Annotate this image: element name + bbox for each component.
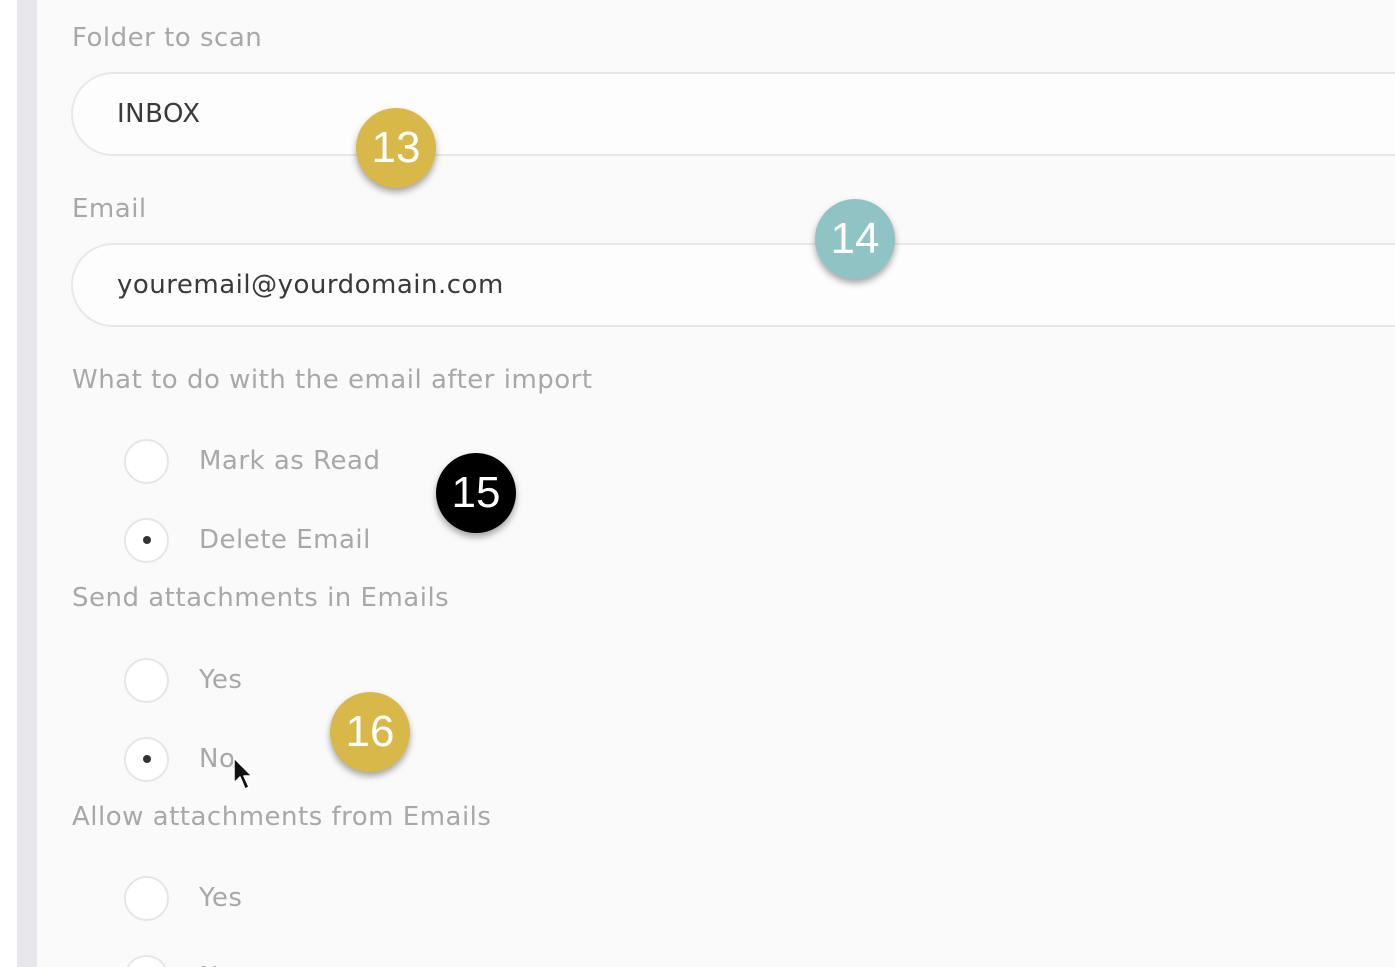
email-import-settings-form: Folder to scan Email What to do with the… — [0, 0, 1395, 967]
email-input[interactable] — [71, 243, 1395, 327]
radio-button-selected[interactable] — [124, 517, 169, 563]
step-marker-16: 16 — [330, 692, 410, 772]
radio-label-yes: Yes — [199, 665, 243, 695]
radio-selected-dot — [142, 536, 151, 544]
radio-button[interactable] — [124, 657, 169, 703]
after-import-label: What to do with the email after import — [72, 365, 593, 395]
folder-to-scan-label: Folder to scan — [72, 23, 263, 53]
radio-mark-as-read[interactable]: Mark as Read — [124, 436, 380, 486]
left-rail — [0, 0, 17, 967]
step-marker-14: 14 — [815, 199, 895, 279]
radio-label-no: No — [199, 744, 236, 774]
radio-button[interactable] — [124, 875, 169, 921]
radio-selected-dot — [142, 755, 151, 763]
radio-label-yes: Yes — [199, 883, 243, 913]
folder-to-scan-input[interactable] — [71, 72, 1395, 156]
radio-label-mark-as-read: Mark as Read — [199, 446, 381, 476]
radio-delete-email[interactable]: Delete Email — [124, 515, 371, 565]
radio-label-delete-email: Delete Email — [199, 525, 371, 555]
step-marker-15: 15 — [436, 453, 516, 533]
radio-allow-attachments-yes[interactable]: Yes — [124, 873, 242, 923]
radio-button-selected[interactable] — [124, 736, 169, 782]
radio-allow-attachments-no[interactable]: No — [124, 952, 235, 967]
email-label: Email — [72, 194, 147, 224]
radio-button[interactable] — [124, 954, 169, 967]
step-marker-13: 13 — [356, 108, 436, 188]
send-attachments-label: Send attachments in Emails — [72, 583, 450, 613]
radio-label-no: No — [199, 962, 235, 967]
panel-left-border — [17, 0, 37, 967]
radio-send-attachments-yes[interactable]: Yes — [124, 655, 242, 705]
allow-attachments-label: Allow attachments from Emails — [72, 802, 492, 832]
radio-button[interactable] — [124, 438, 169, 484]
mouse-pointer-icon — [233, 757, 253, 790]
radio-send-attachments-no[interactable]: No — [124, 734, 235, 784]
